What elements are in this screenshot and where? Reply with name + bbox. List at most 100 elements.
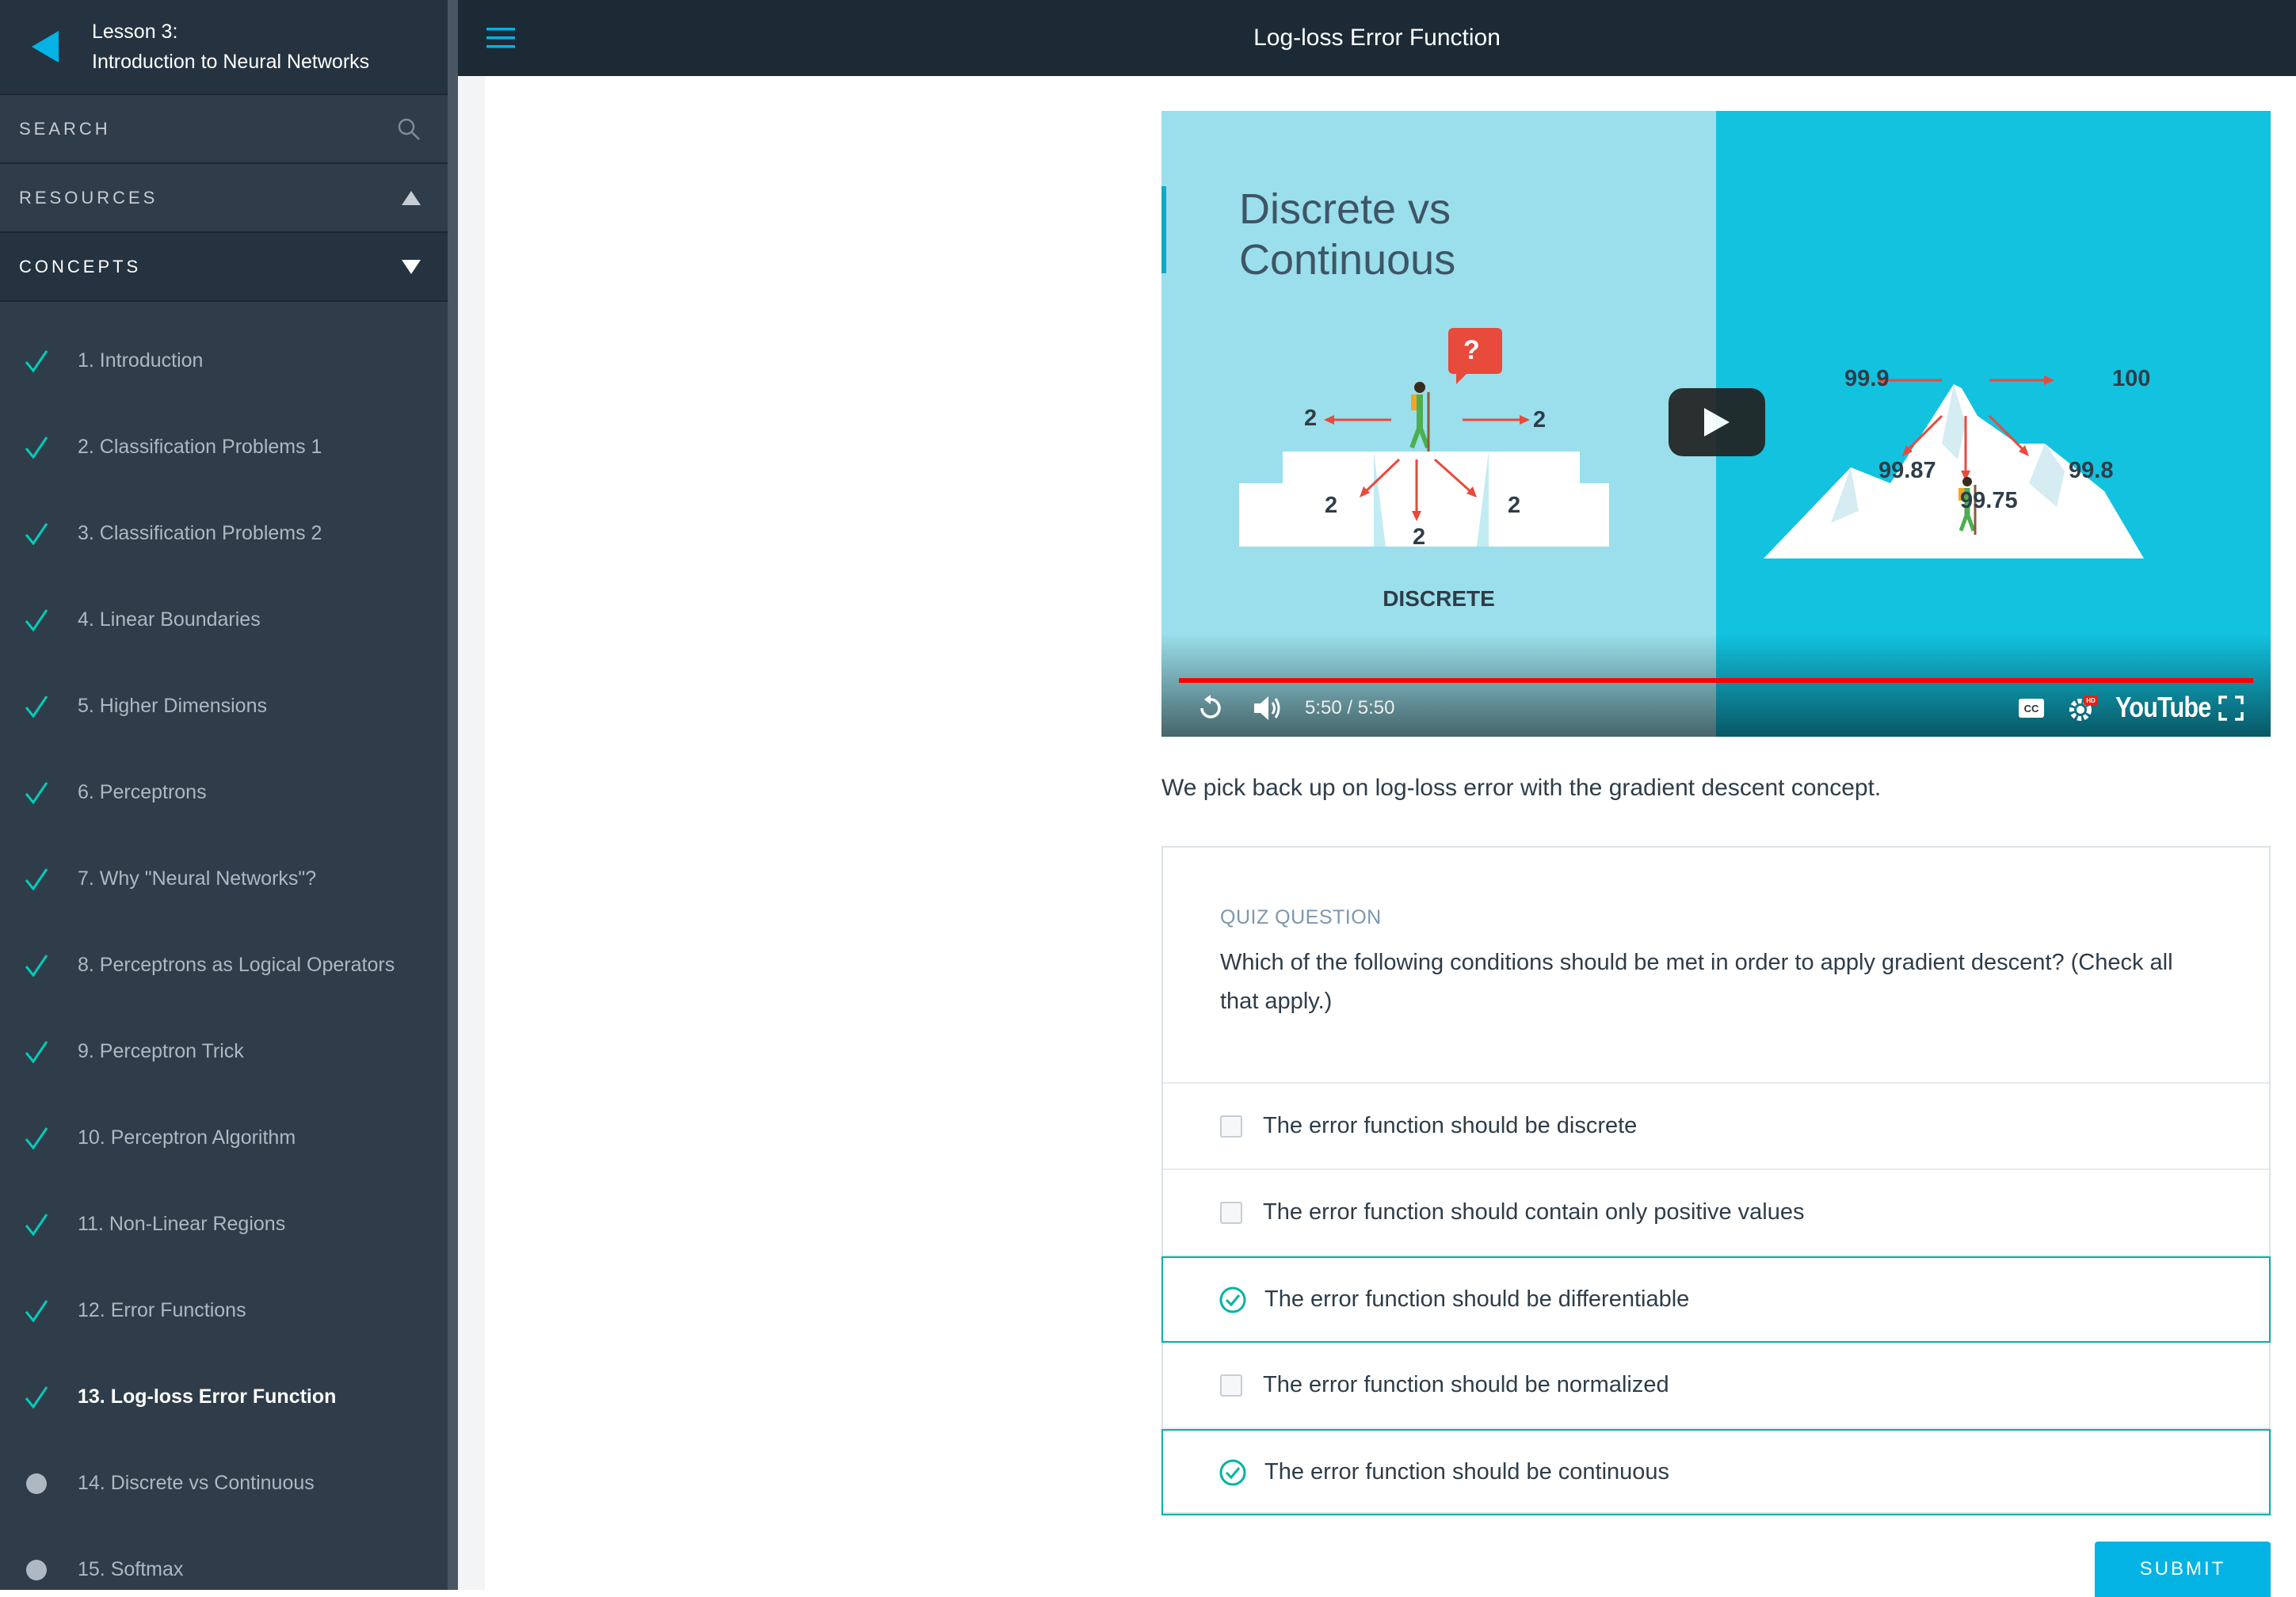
concept-label: 15. Softmax bbox=[78, 1558, 184, 1580]
sidebar-concept-item[interactable]: 13. Log-loss Error Function bbox=[0, 1354, 448, 1440]
top-bar: Log-loss Error Function bbox=[458, 0, 2296, 76]
play-icon bbox=[1704, 408, 1730, 436]
sidebar-concept-item[interactable]: 8. Perceptrons as Logical Operators bbox=[0, 922, 448, 1008]
concept-list: 1. Introduction 2. Classification Problem… bbox=[0, 302, 448, 1590]
sidebar-concept-item[interactable]: 10. Perceptron Algorithm bbox=[0, 1095, 448, 1181]
continuous-value-center: 99.75 bbox=[1960, 488, 2018, 513]
option-label: The error function should be differentia… bbox=[1264, 1286, 1690, 1312]
concepts-row[interactable]: CONCEPTS bbox=[0, 233, 448, 302]
quiz-option[interactable]: The error function should be discrete bbox=[1163, 1084, 2269, 1170]
resources-row[interactable]: RESOURCES bbox=[0, 164, 448, 233]
discrete-value-down-right: 2 bbox=[1508, 493, 1521, 518]
checkmark-icon bbox=[22, 1038, 51, 1066]
quiz-option[interactable]: The error function should contain only p… bbox=[1163, 1170, 2269, 1256]
quiz-question: Which of the following conditions should… bbox=[1220, 950, 2173, 1014]
sidebar-concept-item[interactable]: 3. Classification Problems 2 bbox=[0, 490, 448, 577]
sidebar-concept-item[interactable]: 11. Non-Linear Regions bbox=[0, 1181, 448, 1267]
quiz-card: QUIZ QUESTION Which of the following con… bbox=[1161, 846, 2271, 1515]
sidebar-concept-item[interactable]: 12. Error Functions bbox=[0, 1267, 448, 1354]
lesson-info: Lesson 3: Introduction to Neural Network… bbox=[92, 17, 369, 77]
volume-icon bbox=[1254, 696, 1280, 720]
continuous-value-mid-left: 99.87 bbox=[1878, 458, 1936, 483]
checkmark-icon bbox=[22, 606, 51, 635]
checkmark-icon bbox=[22, 951, 51, 980]
submit-button[interactable]: SUBMIT bbox=[2095, 1542, 2271, 1597]
settings-button[interactable]: HD bbox=[2065, 691, 2100, 726]
quiz-option[interactable]: The error function should be differentia… bbox=[1161, 1256, 2271, 1343]
option-label: The error function should be discrete bbox=[1263, 1113, 1638, 1138]
concept-label: 6. Perceptrons bbox=[78, 781, 207, 803]
checked-circle-icon[interactable] bbox=[1219, 1286, 1247, 1314]
concept-label: 7. Why "Neural Networks"? bbox=[78, 867, 317, 890]
discrete-label: DISCRETE bbox=[1383, 586, 1495, 611]
replay-button[interactable] bbox=[1193, 691, 1228, 726]
option-checkbox[interactable] bbox=[1220, 1115, 1242, 1138]
concept-label: 3. Classification Problems 2 bbox=[78, 522, 322, 544]
sidebar-concept-item[interactable]: 2. Classification Problems 1 bbox=[0, 404, 448, 490]
youtube-logo[interactable]: YouTube bbox=[2115, 691, 2211, 724]
replay-icon bbox=[1200, 695, 1221, 718]
discrete-value-left: 2 bbox=[1304, 406, 1318, 431]
sidebar-concept-item[interactable]: 14. Discrete vs Continuous bbox=[0, 1440, 448, 1526]
sidebar-concept-item[interactable]: 1. Introduction bbox=[0, 318, 448, 404]
captions-button[interactable]: CC bbox=[2014, 691, 2049, 726]
checkmark-icon bbox=[22, 692, 51, 721]
sidebar-concept-item[interactable]: 7. Why "Neural Networks"? bbox=[0, 836, 448, 922]
concept-label: 8. Perceptrons as Logical Operators bbox=[78, 954, 395, 976]
concept-label: 1. Introduction bbox=[78, 349, 204, 372]
quiz-option[interactable]: The error function should be continuous bbox=[1161, 1429, 2271, 1515]
volume-button[interactable] bbox=[1250, 691, 1285, 726]
continuous-value-top-right: 100 bbox=[2112, 366, 2151, 391]
checkmark-icon bbox=[22, 347, 51, 375]
sidebar-concept-item[interactable]: 4. Linear Boundaries bbox=[0, 577, 448, 663]
hamburger-menu-icon[interactable] bbox=[486, 26, 515, 50]
fullscreen-icon bbox=[2218, 696, 2244, 721]
concept-label: 4. Linear Boundaries bbox=[78, 608, 261, 631]
video-progress-bar[interactable] bbox=[1179, 678, 2253, 683]
sidebar-concept-item[interactable]: 6. Perceptrons bbox=[0, 749, 448, 836]
search-icon[interactable] bbox=[397, 117, 421, 141]
quiz-label: QUIZ QUESTION bbox=[1220, 906, 1382, 928]
video-player[interactable]: Discrete vs Continuous ? 2 2 2 2 2 DISCR… bbox=[1161, 111, 2271, 737]
lesson-number: Lesson 3: bbox=[92, 21, 178, 43]
chevron-up-icon bbox=[402, 190, 421, 205]
discrete-value-right: 2 bbox=[1533, 407, 1547, 433]
page-title: Log-loss Error Function bbox=[1253, 25, 1501, 51]
search-label: SEARCH bbox=[19, 118, 111, 139]
option-label: The error function should be continuous bbox=[1264, 1459, 1670, 1485]
concept-label: 14. Discrete vs Continuous bbox=[78, 1472, 315, 1494]
quiz-options: The error function should be discrete The… bbox=[1161, 1084, 2271, 1515]
concept-intro-text: We pick back up on log-loss error with t… bbox=[1161, 775, 1882, 801]
discrete-value-down: 2 bbox=[1413, 524, 1426, 550]
play-button[interactable] bbox=[1669, 388, 1765, 456]
concept-label: 12. Error Functions bbox=[78, 1299, 246, 1321]
sidebar-scrollbar[interactable] bbox=[448, 0, 458, 1590]
fullscreen-button[interactable] bbox=[2214, 691, 2248, 726]
continuous-value-top-left: 99.9 bbox=[1844, 366, 1890, 391]
video-progress-fill bbox=[1179, 678, 2253, 683]
quiz-header: QUIZ QUESTION Which of the following con… bbox=[1163, 848, 2269, 1084]
gear-icon: HD bbox=[2069, 696, 2098, 721]
checkmark-icon bbox=[22, 433, 51, 462]
quiz-option[interactable]: The error function should be normalized bbox=[1163, 1343, 2269, 1429]
svg-text:HD: HD bbox=[2086, 697, 2096, 704]
svg-text:CC: CC bbox=[2024, 703, 2039, 715]
resources-label: RESOURCES bbox=[19, 187, 158, 208]
back-arrow-icon[interactable] bbox=[32, 31, 59, 63]
checkmark-icon bbox=[22, 779, 51, 807]
search-row[interactable]: SEARCH bbox=[0, 95, 448, 164]
checkmark-icon bbox=[22, 1297, 51, 1325]
option-checkbox[interactable] bbox=[1220, 1374, 1242, 1397]
chevron-down-icon bbox=[402, 259, 421, 274]
sidebar-concept-item[interactable]: 15. Softmax bbox=[0, 1526, 448, 1590]
checked-circle-icon[interactable] bbox=[1219, 1458, 1247, 1487]
concept-label: 11. Non-Linear Regions bbox=[78, 1213, 286, 1235]
controls-gradient bbox=[1161, 634, 2271, 737]
option-label: The error function should contain only p… bbox=[1263, 1199, 1805, 1225]
sidebar-concept-item[interactable]: 5. Higher Dimensions bbox=[0, 663, 448, 749]
lesson-title: Introduction to Neural Networks bbox=[92, 51, 370, 73]
question-mark: ? bbox=[1463, 335, 1480, 365]
closed-captions-icon: CC bbox=[2019, 699, 2044, 718]
sidebar-concept-item[interactable]: 9. Perceptron Trick bbox=[0, 1008, 448, 1095]
option-checkbox[interactable] bbox=[1220, 1201, 1242, 1224]
